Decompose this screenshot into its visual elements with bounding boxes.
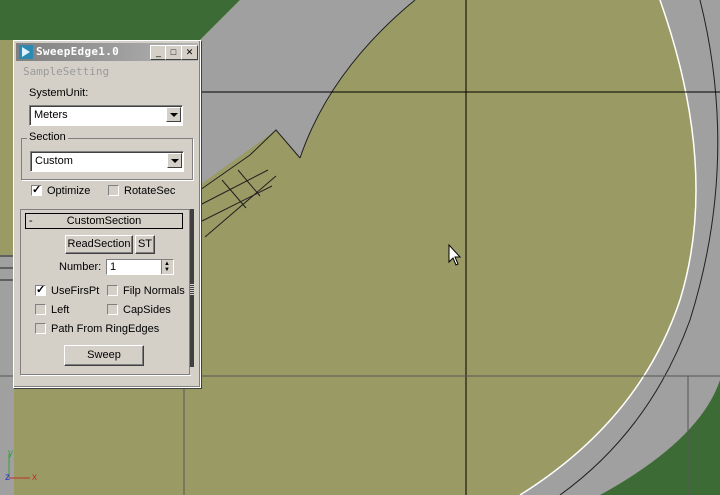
axis-z-label: z	[5, 472, 10, 483]
section-groupbox: Section Custom	[21, 131, 193, 180]
app-icon	[19, 45, 33, 59]
path-from-ring-edges-checkbox[interactable]	[35, 323, 46, 334]
read-section-button[interactable]: ReadSection	[65, 235, 133, 254]
left-checkbox[interactable]	[35, 304, 46, 315]
chevron-down-icon[interactable]	[166, 107, 181, 122]
spinner-arrows-icon[interactable]: ▲ ▼	[161, 260, 173, 274]
section-dropdown[interactable]: Custom	[30, 151, 184, 172]
menu-sample-setting[interactable]: SampleSetting	[23, 65, 109, 78]
rotate-sec-checkbox[interactable]	[108, 185, 119, 196]
flip-normals-checkbox[interactable]	[107, 285, 118, 296]
cap-sides-checkbox[interactable]	[107, 304, 118, 315]
use-first-pt-label: UseFirsPt	[51, 285, 100, 297]
number-value: 1	[110, 261, 117, 273]
section-line-2	[199, 185, 273, 223]
chevron-down-icon[interactable]	[167, 153, 182, 168]
use-first-pt-checkbox[interactable]	[35, 283, 46, 296]
section-value: Custom	[35, 155, 73, 167]
cap-sides-label: CapSides	[123, 304, 171, 316]
sweep-button[interactable]: Sweep	[64, 345, 144, 366]
number-label: Number:	[59, 261, 102, 273]
st-button[interactable]: ST	[135, 235, 155, 254]
road-right-arc	[520, 0, 720, 495]
number-spinner[interactable]: 1 ▲ ▼	[106, 259, 174, 275]
custom-section-rollout: - CustomSection ReadSection ST Number: 1…	[20, 209, 190, 375]
left-label: Left	[51, 304, 70, 316]
mouse-cursor-icon	[448, 243, 462, 266]
maximize-button[interactable]: □	[165, 45, 182, 60]
rollout-scrollbar[interactable]	[190, 209, 194, 375]
collapse-icon[interactable]: -	[29, 214, 33, 228]
flip-normals-label: Filp Normals	[123, 285, 185, 297]
system-unit-label: SystemUnit:	[29, 87, 89, 99]
system-unit-dropdown[interactable]: Meters	[29, 105, 183, 126]
scrollbar-grip-icon	[190, 284, 194, 296]
window-titlebar[interactable]: SweepEdge1.0 _ □ ✕	[16, 43, 198, 61]
custom-section-header[interactable]: - CustomSection	[25, 213, 183, 229]
axis-x-label: x	[32, 472, 37, 483]
section-label: Section	[27, 131, 68, 143]
path-from-ring-edges-label: Path From RingEdges	[51, 323, 160, 335]
window-title: SweepEdge1.0	[36, 45, 120, 58]
grass-top-left	[0, 0, 240, 40]
system-unit-value: Meters	[34, 109, 68, 121]
close-button[interactable]: ✕	[181, 45, 198, 60]
axis-y-label: y	[8, 448, 13, 459]
custom-section-title: CustomSection	[66, 215, 142, 227]
section-line-5	[237, 169, 261, 197]
rotate-sec-label: RotateSec	[124, 185, 176, 197]
axis-tripod: y z x	[4, 448, 44, 488]
section-line-4	[221, 179, 247, 209]
optimize-label: Optimize	[47, 185, 91, 197]
section-line-3	[204, 175, 277, 238]
sweepedge-window[interactable]: SweepEdge1.0 _ □ ✕ SampleSetting SystemU…	[13, 40, 201, 388]
optimize-checkbox[interactable]	[31, 183, 42, 196]
